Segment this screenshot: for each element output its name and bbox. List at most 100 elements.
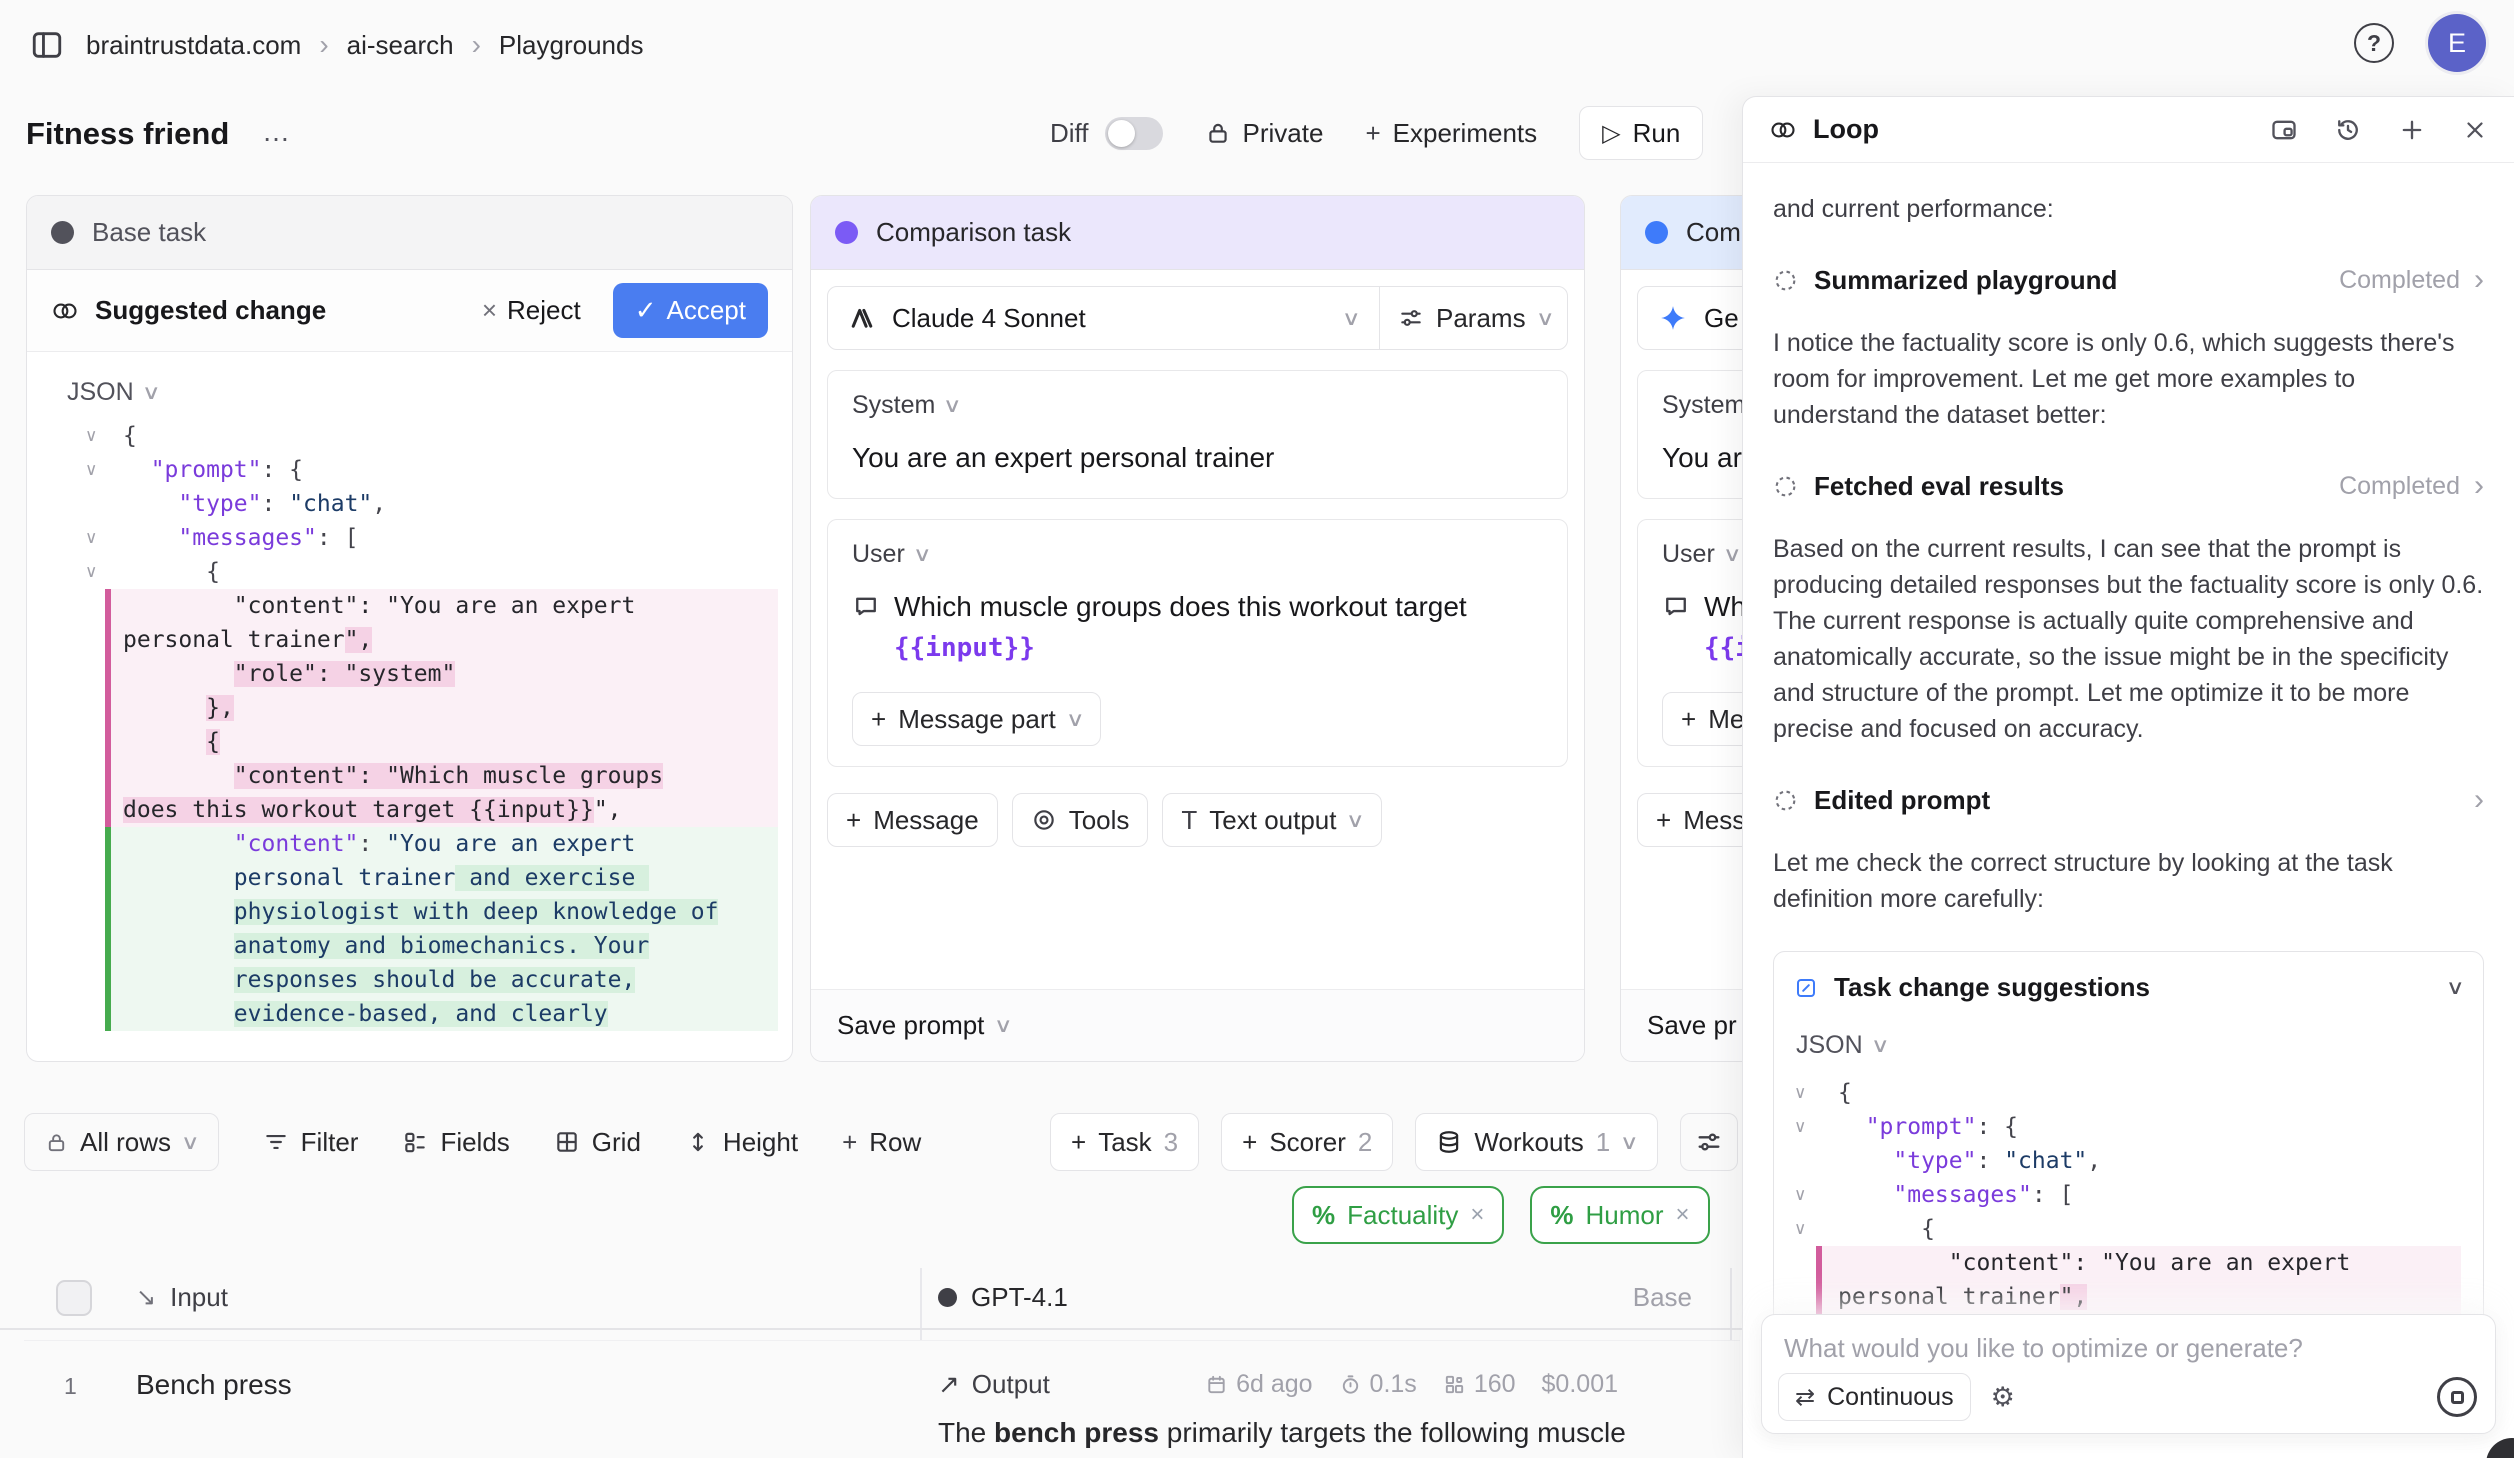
- stop-button[interactable]: [2437, 1377, 2477, 1417]
- params-button[interactable]: Params ∨: [1379, 287, 1567, 349]
- system-role-label: System: [852, 391, 935, 420]
- row-input-cell[interactable]: Bench press: [136, 1369, 292, 1401]
- code-line: ∨ "prompt": {: [1794, 1110, 2463, 1144]
- tools-button[interactable]: Tools: [1012, 793, 1149, 847]
- chevron-right-icon: ›: [2474, 263, 2484, 297]
- select-all-checkbox[interactable]: [56, 1280, 92, 1316]
- loop-icon: [51, 297, 79, 325]
- filter-button[interactable]: Filter: [263, 1127, 359, 1158]
- dataset-count: 1: [1596, 1127, 1610, 1158]
- code-line: personal trainer",: [27, 623, 792, 657]
- base-column-header: Base: [1560, 1282, 1692, 1313]
- token-count: 160: [1443, 1370, 1516, 1399]
- scorer-count: 2: [1358, 1127, 1372, 1158]
- gear-icon[interactable]: ⚙: [1991, 1382, 2015, 1413]
- grid-button[interactable]: Grid: [554, 1127, 641, 1158]
- experiments-button[interactable]: + Experiments: [1365, 118, 1537, 149]
- loop-chat-scroll[interactable]: and current performance: Summarized play…: [1743, 165, 2514, 1458]
- code-line: ∨{: [27, 419, 792, 453]
- code-line: "content": "You are an expert: [27, 589, 792, 623]
- dock-panel-icon[interactable]: [2270, 116, 2298, 144]
- breadcrumb-org[interactable]: braintrustdata.com: [86, 30, 301, 61]
- add-row-button[interactable]: + Row: [842, 1127, 921, 1158]
- new-thread-icon[interactable]: [2398, 116, 2426, 144]
- accept-button[interactable]: ✓ Accept: [613, 283, 768, 338]
- grid-settings-button[interactable]: [1680, 1113, 1738, 1171]
- tool-step-summarized-playground[interactable]: Summarized playground Completed ›: [1773, 263, 2484, 297]
- add-scorer-button[interactable]: + Scorer 2: [1221, 1113, 1393, 1171]
- breadcrumb-project[interactable]: ai-search: [347, 30, 454, 61]
- loop-panel: Loop and current performance: Summarized…: [1742, 96, 2514, 1458]
- chevron-down-icon: ∨: [913, 542, 932, 567]
- more-options-icon[interactable]: …: [262, 116, 292, 148]
- dataset-select[interactable]: Workouts 1 ∨: [1415, 1113, 1657, 1171]
- add-task-button[interactable]: + Task 3: [1050, 1113, 1199, 1171]
- base-task-code-editor[interactable]: ∨{∨ "prompt": { "type": "chat",∨ "messag…: [27, 419, 792, 1031]
- tool-step-edited-prompt[interactable]: Edited prompt ›: [1773, 783, 2484, 817]
- title-bar: Fitness friend … Diff Private + Experime…: [0, 90, 1742, 182]
- base-task-title: Base task: [92, 217, 206, 248]
- collapse-caret-icon[interactable]: ∨: [85, 453, 97, 487]
- model-select[interactable]: Claude 4 Sonnet ∨: [828, 303, 1379, 334]
- user-message-text[interactable]: Which muscle groups does this workout ta…: [852, 587, 1543, 668]
- chevron-right-icon: ›: [2474, 469, 2484, 503]
- suggestions-code-editor[interactable]: ∨{∨ "prompt": { "type": "chat",∨ "messag…: [1794, 1076, 2463, 1348]
- private-button[interactable]: Private: [1205, 118, 1324, 149]
- table-row[interactable]: 1 Bench press ↗ Output 6d ago 0.1s: [24, 1340, 1740, 1458]
- format-label: JSON: [67, 378, 134, 407]
- remove-scorer-icon[interactable]: ×: [1470, 1201, 1484, 1229]
- all-rows-select[interactable]: All rows ∨: [24, 1113, 219, 1171]
- code-line: "role": "system": [27, 657, 792, 691]
- continuous-mode-button[interactable]: ⇄ Continuous: [1778, 1373, 1971, 1421]
- fields-button[interactable]: Fields: [402, 1127, 509, 1158]
- text-output-button[interactable]: T Text output ∨: [1162, 793, 1382, 847]
- chevron-down-icon: ∨: [994, 1013, 1013, 1038]
- remove-scorer-icon[interactable]: ×: [1676, 1201, 1690, 1229]
- tool-step-fetched-eval-results[interactable]: Fetched eval results Completed ›: [1773, 469, 2484, 503]
- input-column-header[interactable]: ↘ Input: [136, 1282, 228, 1313]
- chevron-down-icon: ∨: [2446, 975, 2465, 1000]
- user-role-select[interactable]: User ∨: [852, 540, 1543, 569]
- add-message-part-button[interactable]: + Message part ∨: [852, 692, 1101, 746]
- breadcrumb-separator: ›: [472, 29, 481, 61]
- model-selector-row: Claude 4 Sonnet ∨ Params ∨: [827, 286, 1568, 350]
- run-button[interactable]: ▷ Run: [1579, 106, 1703, 160]
- base-task-panel: Base task Suggested change × Reject ✓ Ac…: [26, 195, 793, 1062]
- collapse-caret-icon[interactable]: ∨: [1794, 1076, 1806, 1110]
- scorer-badge-humor[interactable]: % Humor ×: [1530, 1186, 1709, 1244]
- chevron-down-icon: ∨: [943, 393, 962, 418]
- add-message-button[interactable]: + Message: [827, 793, 998, 847]
- plus-icon: +: [842, 1127, 857, 1158]
- sidebar-toggle-icon[interactable]: [30, 28, 64, 62]
- reject-button[interactable]: × Reject: [482, 295, 581, 326]
- collapse-caret-icon[interactable]: ∨: [1794, 1212, 1806, 1246]
- format-select[interactable]: JSON ∨: [27, 352, 792, 413]
- text-icon: T: [1181, 805, 1197, 836]
- loop-input[interactable]: What would you like to optimize or gener…: [1784, 1333, 2303, 1364]
- model-column-header[interactable]: GPT-4.1: [938, 1282, 1068, 1313]
- avatar[interactable]: E: [2428, 14, 2486, 72]
- grid-toolbar: All rows ∨ Filter Fields Grid Height + R…: [24, 1112, 921, 1172]
- breadcrumb-section[interactable]: Playgrounds: [499, 30, 644, 61]
- history-icon[interactable]: [2334, 116, 2362, 144]
- code-line: "content": "You are an expert: [1794, 1246, 2463, 1280]
- system-role-select[interactable]: System ∨: [852, 391, 1543, 420]
- collapse-caret-icon[interactable]: ∨: [1794, 1178, 1806, 1212]
- assistant-text: Let me check the correct structure by lo…: [1773, 845, 2484, 917]
- format-select[interactable]: JSON ∨: [1794, 1003, 2463, 1060]
- height-button[interactable]: Height: [685, 1127, 798, 1158]
- collapse-caret-icon[interactable]: ∨: [85, 521, 97, 555]
- collapse-caret-icon[interactable]: ∨: [1794, 1110, 1806, 1144]
- task-change-suggestions-header[interactable]: Task change suggestions ∨: [1794, 972, 2463, 1003]
- help-icon[interactable]: ?: [2354, 23, 2394, 63]
- loop-panel-title: Loop: [1813, 114, 1879, 145]
- collapse-caret-icon[interactable]: ∨: [85, 419, 97, 453]
- output-cell-link[interactable]: ↗ Output: [938, 1369, 1050, 1400]
- save-prompt-button[interactable]: Save prompt ∨: [811, 989, 1584, 1061]
- assistant-text: I notice the factuality score is only 0.…: [1773, 325, 2484, 433]
- scorer-badge-factuality[interactable]: % Factuality ×: [1292, 1186, 1504, 1244]
- close-icon[interactable]: [2462, 117, 2488, 143]
- collapse-caret-icon[interactable]: ∨: [85, 555, 97, 589]
- system-message-text[interactable]: You are an expert personal trainer: [852, 438, 1543, 478]
- diff-toggle[interactable]: [1105, 117, 1163, 150]
